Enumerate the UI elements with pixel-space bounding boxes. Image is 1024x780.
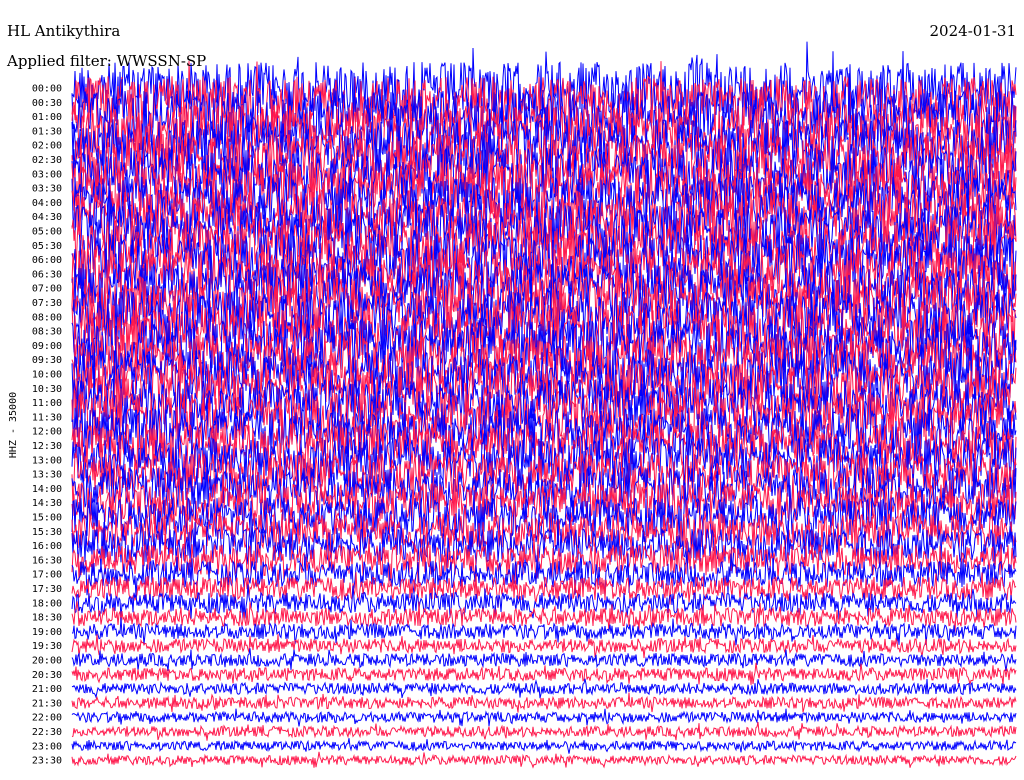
row-time-label: 03:00 bbox=[32, 169, 62, 180]
row-time-label: 19:00 bbox=[32, 627, 62, 638]
row-time-label: 14:00 bbox=[32, 484, 62, 495]
time-axis: 00:00 00:30 01:00 01:30 02:00 02:30 03:00 03:30… bbox=[32, 84, 62, 767]
row-time-label: 02:30 bbox=[32, 155, 62, 166]
row-time-label: 00:30 bbox=[32, 98, 62, 109]
row-time-label: 05:30 bbox=[32, 241, 62, 252]
row-time-label: 05:00 bbox=[32, 227, 62, 238]
row-time-label: 09:30 bbox=[32, 355, 62, 366]
row-time-label: 06:30 bbox=[32, 269, 62, 280]
row-time-label: 23:30 bbox=[32, 756, 62, 767]
row-time-label: 09:00 bbox=[32, 341, 62, 352]
trace-row bbox=[71, 721, 1017, 741]
trace-layer bbox=[71, 41, 1017, 769]
row-time-label: 04:00 bbox=[32, 198, 62, 209]
row-time-label: 08:00 bbox=[32, 312, 62, 323]
row-time-label: 00:00 bbox=[32, 84, 62, 95]
row-time-label: 04:30 bbox=[32, 212, 62, 223]
row-time-label: 07:30 bbox=[32, 298, 62, 309]
row-time-label: 13:30 bbox=[32, 470, 62, 481]
channel-label: HHZ - 35000 bbox=[8, 392, 19, 458]
row-time-label: 20:00 bbox=[32, 656, 62, 667]
row-time-label: 17:00 bbox=[32, 570, 62, 581]
trace-row bbox=[71, 738, 1017, 754]
row-time-label: 03:30 bbox=[32, 184, 62, 195]
row-time-label: 17:30 bbox=[32, 584, 62, 595]
date-label: 2024-01-31 bbox=[930, 22, 1016, 40]
trace-row bbox=[71, 692, 1017, 713]
row-time-label: 19:30 bbox=[32, 641, 62, 652]
row-time-label: 18:00 bbox=[32, 598, 62, 609]
row-time-label: 22:00 bbox=[32, 713, 62, 724]
row-time-label: 01:30 bbox=[32, 126, 62, 137]
row-time-label: 22:30 bbox=[32, 727, 62, 738]
row-time-label: 15:00 bbox=[32, 513, 62, 524]
row-time-label: 16:00 bbox=[32, 541, 62, 552]
row-time-label: 11:30 bbox=[32, 412, 62, 423]
row-time-label: 08:30 bbox=[32, 327, 62, 338]
station-title: HL Antikythira bbox=[7, 22, 120, 40]
row-time-label: 23:00 bbox=[32, 741, 62, 752]
row-time-label: 06:00 bbox=[32, 255, 62, 266]
row-time-label: 16:30 bbox=[32, 555, 62, 566]
row-time-label: 12:30 bbox=[32, 441, 62, 452]
row-time-label: 20:30 bbox=[32, 670, 62, 681]
trace-row bbox=[71, 648, 1017, 671]
row-time-label: 01:00 bbox=[32, 112, 62, 123]
filter-label: Applied filter: WWSSN-SP bbox=[6, 52, 206, 70]
row-time-label: 10:00 bbox=[32, 370, 62, 381]
row-time-label: 14:30 bbox=[32, 498, 62, 509]
row-time-label: 10:30 bbox=[32, 384, 62, 395]
row-time-label: 13:00 bbox=[32, 455, 62, 466]
row-time-label: 07:00 bbox=[32, 284, 62, 295]
row-time-label: 18:30 bbox=[32, 613, 62, 624]
row-time-label: 12:00 bbox=[32, 427, 62, 438]
row-time-label: 21:30 bbox=[32, 698, 62, 709]
trace-row bbox=[71, 678, 1017, 699]
trace-row bbox=[71, 708, 1017, 727]
row-time-label: 21:00 bbox=[32, 684, 62, 695]
row-time-label: 11:00 bbox=[32, 398, 62, 409]
trace-row bbox=[71, 662, 1017, 685]
helicorder-chart: 00:00 00:30 01:00 01:30 02:00 02:30 03:00 03:30… bbox=[0, 18, 1024, 769]
trace-row bbox=[71, 751, 1017, 769]
row-time-label: 15:30 bbox=[32, 527, 62, 538]
row-time-label: 02:00 bbox=[32, 141, 62, 152]
